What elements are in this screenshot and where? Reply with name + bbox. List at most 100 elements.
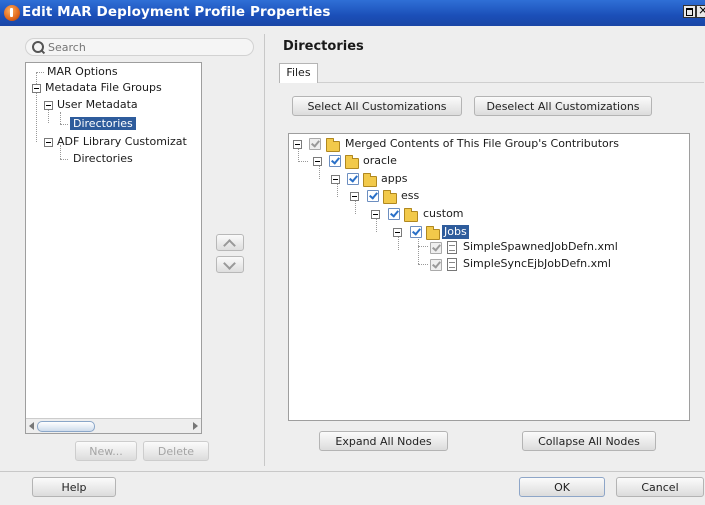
- tree-guide: [337, 184, 338, 197]
- tree-guide: [355, 201, 356, 214]
- folder-icon: [404, 208, 418, 222]
- move-down-button[interactable]: [216, 256, 244, 273]
- checkbox-simple-spawned[interactable]: [430, 242, 442, 254]
- collapse-icon[interactable]: [293, 140, 302, 149]
- file-icon: [447, 258, 457, 271]
- tree-guide: [36, 91, 37, 142]
- move-up-button[interactable]: [216, 234, 244, 252]
- checkbox-simple-sync[interactable]: [430, 259, 442, 271]
- tree-guide: [60, 124, 68, 125]
- tree-node-label: SimpleSpawnedJobDefn.xml: [463, 240, 618, 253]
- cancel-label: Cancel: [641, 480, 679, 494]
- page-title: Directories: [283, 39, 364, 54]
- chevron-up-icon: [223, 239, 236, 252]
- tree-guide: [319, 166, 320, 179]
- tree-guide: [418, 246, 428, 247]
- collapse-icon[interactable]: [350, 192, 359, 201]
- file-icon: [447, 241, 457, 254]
- window-title: Edit MAR Deployment Profile Properties: [22, 4, 331, 20]
- tree-node-label: Merged Contents of This File Group's Con…: [345, 137, 620, 150]
- collapse-all-nodes-button[interactable]: Collapse All Nodes: [522, 431, 656, 451]
- checkbox-oracle[interactable]: [329, 155, 341, 167]
- tree-item-label: Directories: [70, 117, 136, 130]
- file-tree[interactable]: Merged Contents of This File Group's Con…: [288, 133, 690, 421]
- delete-button-label: Delete: [157, 444, 195, 458]
- folder-icon: [383, 190, 397, 204]
- tree-item-label: ADF Library Customizat: [57, 135, 187, 148]
- expand-all-label: Expand All Nodes: [335, 434, 432, 448]
- tree-item-mar-options[interactable]: MAR Options: [47, 64, 118, 80]
- tree-guide: [36, 72, 44, 73]
- tab-files[interactable]: Files: [279, 63, 318, 83]
- tree-guide: [376, 219, 377, 232]
- collapse-icon[interactable]: [313, 157, 322, 166]
- tree-item-metadata-file-groups[interactable]: Metadata File Groups: [45, 80, 162, 96]
- collapse-all-label: Collapse All Nodes: [538, 434, 640, 448]
- tree-node-label: SimpleSyncEjbJobDefn.xml: [463, 257, 611, 270]
- collapse-icon[interactable]: [393, 228, 402, 237]
- tree-item-label: Metadata File Groups: [45, 81, 162, 94]
- maximize-button[interactable]: [683, 5, 696, 18]
- select-all-customizations-button[interactable]: Select All Customizations: [292, 96, 462, 116]
- tree-guide: [398, 237, 399, 250]
- checkbox-merged-contents[interactable]: [309, 138, 321, 150]
- search-input[interactable]: [48, 40, 238, 54]
- tree-item-adf-library-customizations[interactable]: ADF Library Customizat: [57, 134, 187, 150]
- ok-button[interactable]: OK: [519, 477, 605, 497]
- tree-node-label: apps: [381, 172, 408, 185]
- tree-node-label-selected: Jobs: [442, 225, 469, 239]
- panel-divider: [264, 34, 265, 466]
- close-button[interactable]: [696, 3, 705, 18]
- collapse-icon[interactable]: [44, 138, 53, 147]
- deselect-all-customizations-button[interactable]: Deselect All Customizations: [474, 96, 652, 116]
- tree-guide: [60, 112, 61, 124]
- tree-item-directories-selected[interactable]: Directories: [70, 116, 136, 132]
- deselect-all-label: Deselect All Customizations: [486, 99, 640, 113]
- tree-item-label: User Metadata: [57, 98, 138, 111]
- tree-item-directories[interactable]: Directories: [73, 151, 133, 167]
- tab-files-label: Files: [286, 66, 311, 79]
- tree-guide: [298, 161, 308, 162]
- tree-guide: [418, 234, 419, 264]
- horizontal-scrollbar[interactable]: [26, 418, 201, 433]
- cancel-button[interactable]: Cancel: [616, 477, 704, 497]
- navigation-tree[interactable]: MAR Options Metadata File Groups User Me…: [25, 62, 202, 434]
- tree-item-label: Directories: [73, 152, 133, 165]
- checkbox-jobs[interactable]: [410, 226, 422, 238]
- tree-node-label: ess: [401, 189, 420, 202]
- folder-icon: [426, 226, 440, 240]
- collapse-icon[interactable]: [44, 101, 53, 110]
- help-label: Help: [61, 480, 87, 494]
- title-bar: Edit MAR Deployment Profile Properties: [0, 0, 705, 26]
- expand-all-nodes-button[interactable]: Expand All Nodes: [319, 431, 448, 451]
- ok-label: OK: [554, 480, 570, 494]
- footer-divider: [0, 471, 705, 472]
- collapse-icon[interactable]: [32, 84, 41, 93]
- select-all-label: Select All Customizations: [307, 99, 447, 113]
- checkbox-custom[interactable]: [388, 208, 400, 220]
- tree-item-user-metadata[interactable]: User Metadata: [57, 97, 138, 113]
- checkbox-apps[interactable]: [347, 173, 359, 185]
- folder-icon: [363, 173, 377, 187]
- folder-icon: [326, 138, 340, 152]
- scrollbar-thumb[interactable]: [37, 421, 95, 432]
- delete-button[interactable]: Delete: [143, 441, 209, 461]
- chevron-down-icon: [223, 257, 236, 270]
- scroll-right-icon[interactable]: [193, 422, 198, 430]
- app-icon: [4, 5, 20, 21]
- collapse-icon[interactable]: [371, 210, 380, 219]
- new-button[interactable]: New...: [75, 441, 137, 461]
- help-button[interactable]: Help: [32, 477, 116, 497]
- tree-node-label: oracle: [363, 154, 397, 167]
- search-box[interactable]: [25, 38, 254, 56]
- tree-guide: [60, 159, 68, 160]
- scroll-left-icon[interactable]: [29, 422, 34, 430]
- tab-divider: [318, 82, 704, 83]
- search-icon: [32, 41, 44, 53]
- tree-item-label: MAR Options: [47, 65, 118, 78]
- tree-guide: [418, 264, 428, 265]
- tree-node-label: custom: [423, 207, 464, 220]
- collapse-icon[interactable]: [331, 175, 340, 184]
- checkbox-ess[interactable]: [367, 190, 379, 202]
- folder-icon: [345, 155, 359, 169]
